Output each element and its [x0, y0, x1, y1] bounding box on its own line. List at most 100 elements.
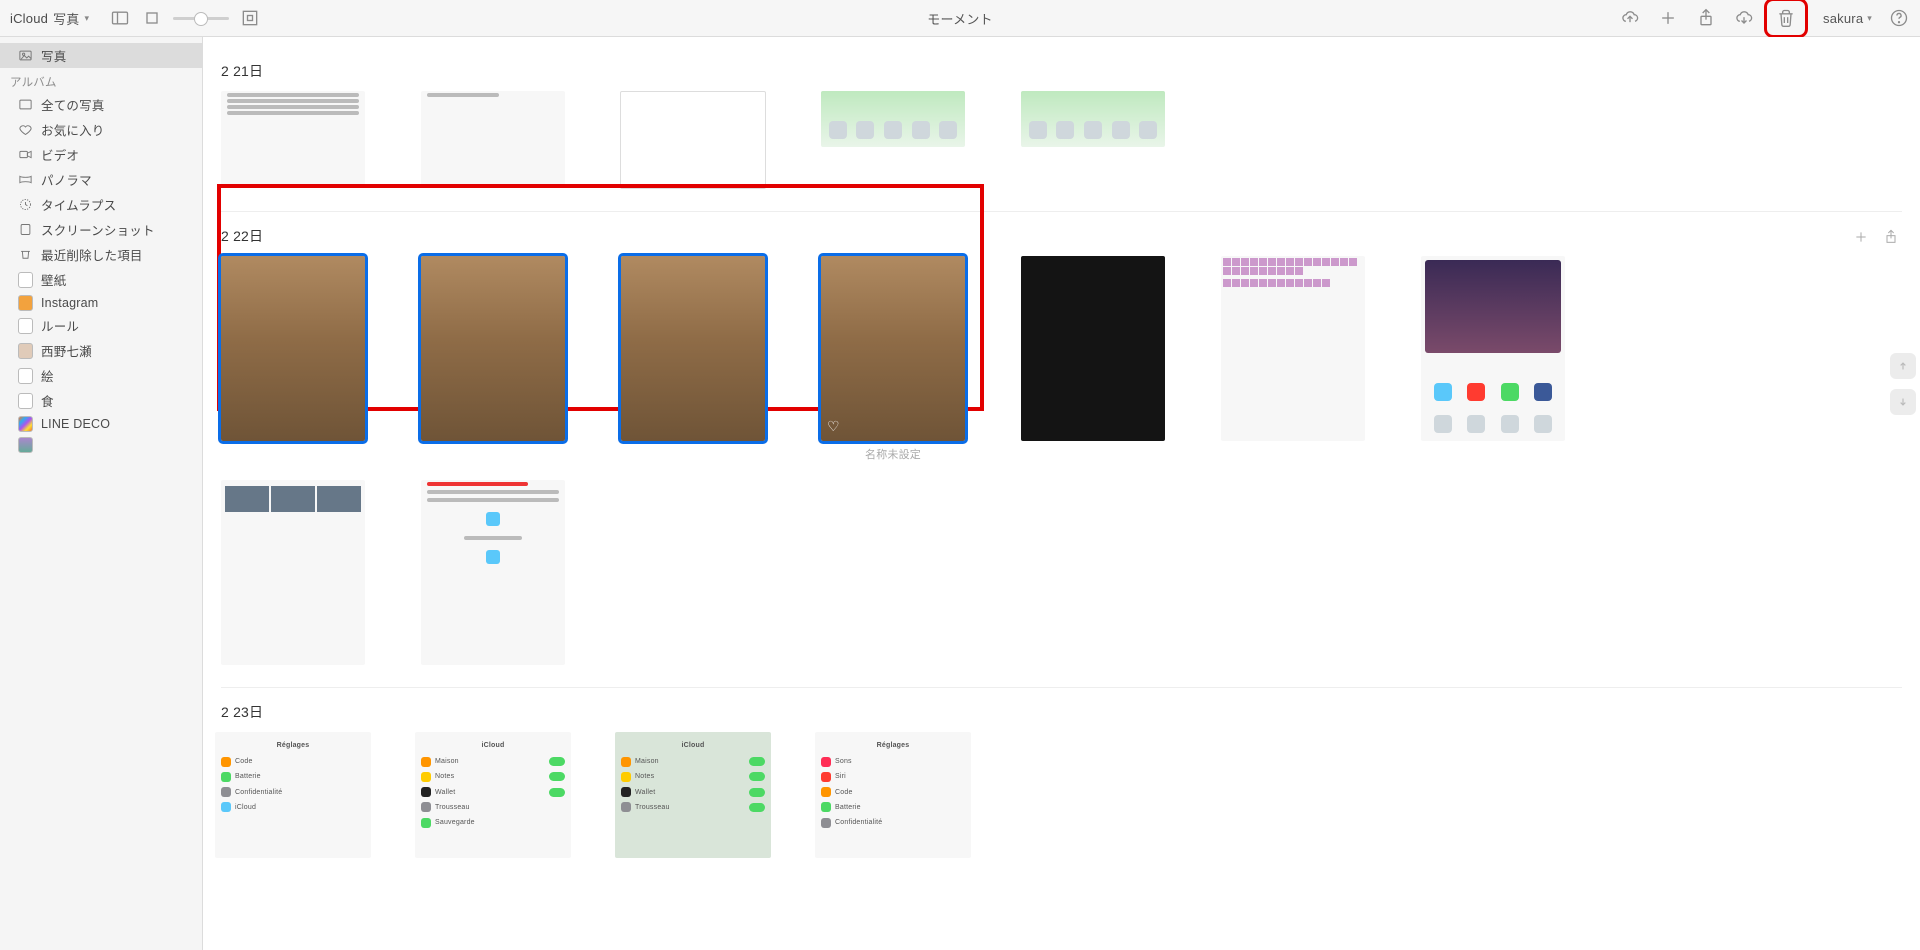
- photo-thumb: [620, 91, 766, 189]
- chevron-down-icon: ▾: [84, 13, 89, 24]
- user-name: sakura: [1823, 11, 1863, 26]
- photo-row: [221, 480, 1902, 665]
- photo-thumb: [421, 91, 565, 187]
- top-toolbar: iCloud 写真 ▾ モーメント sak: [0, 0, 1920, 37]
- sidebar-item-blurred[interactable]: [0, 434, 202, 455]
- share-icon[interactable]: [1695, 7, 1717, 29]
- photo-thumb: [1021, 91, 1165, 147]
- photo-tile[interactable]: [221, 480, 365, 665]
- album-icon: [18, 272, 33, 287]
- sidebar-item-timelapse[interactable]: タイムラプス: [0, 192, 202, 217]
- photo-tile[interactable]: [1421, 256, 1565, 460]
- album-icon: [18, 368, 33, 383]
- photo-tile[interactable]: [221, 91, 365, 189]
- sidebar-item-rule[interactable]: ルール: [0, 313, 202, 338]
- sidebar-item-screenshots[interactable]: スクリーンショット: [0, 217, 202, 242]
- photo-tile[interactable]: [1021, 256, 1165, 460]
- photo-thumb: Réglages Code Batterie Confidentialité i…: [215, 732, 371, 858]
- float-download-icon[interactable]: [1890, 389, 1916, 415]
- sidebar-item-label: 最近削除した項目: [41, 245, 143, 264]
- share-icon[interactable]: [1880, 226, 1902, 248]
- photo-tile-selected[interactable]: [221, 256, 365, 460]
- section-date: 2 22日: [221, 226, 1902, 246]
- sidebar-item-photos[interactable]: 写真: [0, 43, 202, 68]
- sidebar-item-label: Instagram: [41, 296, 98, 310]
- photo-thumb: [221, 256, 365, 441]
- sidebar-item-label: ビデオ: [41, 145, 79, 164]
- app-section: 写真: [53, 9, 79, 28]
- photos-icon: [18, 97, 33, 112]
- help-icon[interactable]: [1888, 7, 1910, 29]
- photo-tile[interactable]: [1021, 91, 1165, 189]
- photo-thumb: [421, 480, 565, 665]
- photo-tile[interactable]: [1221, 256, 1365, 460]
- sidebar-item-label: お気に入り: [41, 120, 105, 139]
- sidebar-item-linedeco[interactable]: LINE DECO: [0, 413, 202, 434]
- photo-row: Réglages Code Batterie Confidentialité i…: [221, 732, 1902, 858]
- photo-thumb: [1021, 256, 1165, 441]
- trash-icon: [18, 247, 33, 262]
- photos-icon: [18, 48, 33, 63]
- trash-icon[interactable]: [1771, 5, 1801, 31]
- sidebar-item-favorites[interactable]: お気に入り: [0, 117, 202, 142]
- user-menu[interactable]: sakura ▾: [1823, 11, 1872, 26]
- photo-row: [221, 91, 1902, 189]
- sidebar-toggle-icon[interactable]: [109, 7, 131, 29]
- sidebar-item-label: 全ての写真: [41, 95, 105, 114]
- sidebar-item-label: タイムラプス: [41, 195, 116, 214]
- add-icon[interactable]: [1657, 7, 1679, 29]
- photo-tile[interactable]: iCloud Maison Notes Wallet Trousseau: [621, 732, 765, 858]
- album-icon: [18, 416, 33, 431]
- photo-tile[interactable]: Réglages Code Batterie Confidentialité i…: [221, 732, 365, 858]
- album-icon: [18, 295, 33, 310]
- sidebar-item-wallpaper[interactable]: 壁紙: [0, 267, 202, 292]
- photo-tile-selected[interactable]: ♡ 名称未設定: [821, 256, 965, 460]
- sidebar-item-videos[interactable]: ビデオ: [0, 142, 202, 167]
- photo-thumb: [1421, 256, 1565, 441]
- photo-thumb: [821, 91, 965, 147]
- page-title: モーメント: [927, 9, 992, 28]
- zoom-slider[interactable]: [173, 17, 229, 20]
- zoom-in-icon[interactable]: [239, 7, 261, 29]
- timelapse-icon: [18, 197, 33, 212]
- photo-thumb: iCloud Maison Notes Wallet Trousseau Sau…: [415, 732, 571, 858]
- photo-thumb: [421, 256, 565, 441]
- sidebar-item-label: 壁紙: [41, 270, 66, 289]
- photo-tile[interactable]: Réglages Sons Siri Code Batterie Confide…: [821, 732, 965, 858]
- sidebar-item-instagram[interactable]: Instagram: [0, 292, 202, 313]
- sidebar-item-art[interactable]: 絵: [0, 363, 202, 388]
- photo-thumb: iCloud Maison Notes Wallet Trousseau: [615, 732, 771, 858]
- sidebar-item-food[interactable]: 食: [0, 388, 202, 413]
- sidebar-item-panorama[interactable]: パノラマ: [0, 167, 202, 192]
- photo-tile[interactable]: [421, 91, 565, 189]
- sidebar-item-nishino[interactable]: 西野七瀬: [0, 338, 202, 363]
- main-area: 2 21日: [203, 37, 1920, 950]
- app-title[interactable]: iCloud 写真 ▾: [10, 9, 89, 28]
- floating-actions: [1890, 353, 1916, 415]
- sidebar-item-label: LINE DECO: [41, 417, 110, 431]
- video-icon: [18, 147, 33, 162]
- photo-thumb: [621, 256, 765, 441]
- photo-thumb: [221, 480, 365, 665]
- float-upload-icon[interactable]: [1890, 353, 1916, 379]
- photo-tile-selected[interactable]: [421, 256, 565, 460]
- sidebar-item-recentlydeleted[interactable]: 最近削除した項目: [0, 242, 202, 267]
- chevron-down-icon: ▾: [1867, 13, 1872, 24]
- sidebar-section-title: アルバム: [0, 68, 202, 92]
- sidebar: 写真 アルバム 全ての写真 お気に入り ビデオ パノラマ タイムラプス スクリー…: [0, 37, 203, 950]
- photo-tile[interactable]: [821, 91, 965, 189]
- cloud-upload-icon[interactable]: [1619, 7, 1641, 29]
- photo-tile-selected[interactable]: [621, 256, 765, 460]
- album-icon: [18, 343, 33, 358]
- photo-row: ♡ 名称未設定: [221, 256, 1902, 460]
- cloud-download-icon[interactable]: [1733, 7, 1755, 29]
- sidebar-item-allphotos[interactable]: 全ての写真: [0, 92, 202, 117]
- photo-tile[interactable]: iCloud Maison Notes Wallet Trousseau Sau…: [421, 732, 565, 858]
- photo-tile[interactable]: [421, 480, 565, 665]
- screenshot-icon: [18, 222, 33, 237]
- zoom-out-icon[interactable]: [141, 7, 163, 29]
- sidebar-item-label: 写真: [41, 46, 66, 65]
- add-icon[interactable]: [1850, 226, 1872, 248]
- photo-tile[interactable]: [621, 91, 765, 189]
- panorama-icon: [18, 172, 33, 187]
